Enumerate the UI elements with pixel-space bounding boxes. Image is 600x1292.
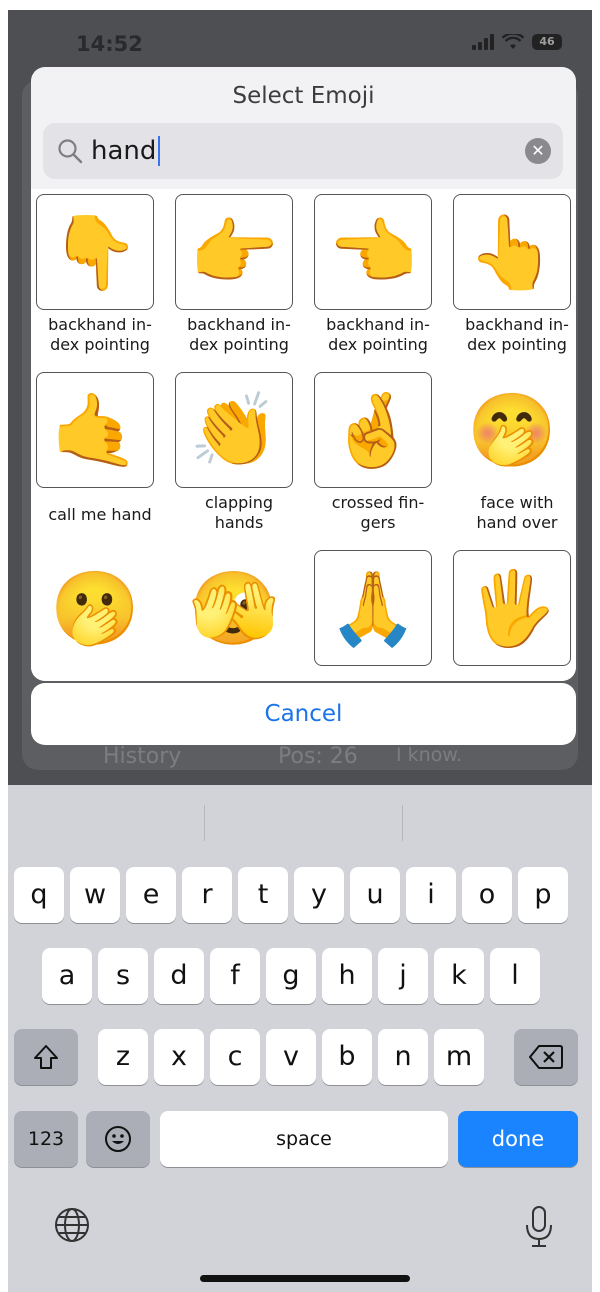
emoji-picker-dialog: Select Emoji hand ✕ 👇 backhand in- dex p… [31,67,576,681]
search-input[interactable]: hand [91,136,161,166]
key-j[interactable]: j [378,948,428,1004]
emoji-tile: 🫣 [175,550,293,666]
emoji-cell[interactable]: 🤙 call me hand [31,367,170,539]
emoji-cell[interactable]: 🤭 face with hand over [448,367,576,539]
microphone-icon[interactable] [524,1205,554,1249]
key-d[interactable]: d [154,948,204,1004]
key-i[interactable]: i [406,867,456,923]
search-icon [58,139,83,164]
emoji-label: backhand in- dex pointing [187,315,291,354]
emoji-label: face with hand over [476,493,558,532]
emoji-label: clapping hands [204,493,274,532]
key-k[interactable]: k [434,948,484,1004]
home-indicator [200,1275,410,1282]
done-key[interactable]: done [458,1111,578,1167]
space-key[interactable]: space [160,1111,448,1167]
emoji-tile: 👇 [36,194,154,310]
globe-icon[interactable] [52,1205,92,1245]
emoji-tile: 🙏 [314,550,432,666]
signal-icon [472,34,494,50]
emoji-cell[interactable]: 🫢 [31,545,170,681]
text-caret [158,136,161,166]
emoji-key[interactable] [86,1111,150,1167]
emoji-grid: 👇 backhand in- dex pointing 👉 backhand i… [31,189,576,681]
key-b[interactable]: b [322,1029,372,1085]
emoji-tile: 🤙 [36,372,154,488]
emoji-cell[interactable]: 👇 backhand in- dex pointing [31,189,170,361]
dialog-title: Select Emoji [232,83,375,109]
background-note: I know. [396,744,463,766]
key-y[interactable]: y [294,867,344,923]
key-a[interactable]: a [42,948,92,1004]
key-l[interactable]: l [490,948,540,1004]
suggestion-divider [204,805,205,841]
emoji-cell[interactable]: 🖐 [448,545,576,681]
key-g[interactable]: g [266,948,316,1004]
emoji-label: backhand in- dex pointing [48,315,152,354]
background-history-label: History [103,744,182,769]
emoji-tile: 🤞 [314,372,432,488]
cancel-button[interactable]: Cancel [31,683,576,745]
status-bar: 14:52 46 [8,10,592,70]
search-input-value: hand [91,136,157,166]
emoji-tile: 🖐 [453,550,571,666]
emoji-cell[interactable]: 👏 clapping hands [170,367,309,539]
emoji-tile: 👉 [175,194,293,310]
key-n[interactable]: n [378,1029,428,1085]
key-u[interactable]: u [350,867,400,923]
keyboard: q w e r t y u i o p a s d f g h j k l z … [8,785,592,1292]
key-c[interactable]: c [210,1029,260,1085]
key-v[interactable]: v [266,1029,316,1085]
emoji-cell[interactable]: 🫣 [170,545,309,681]
battery-icon: 46 [532,34,562,50]
emoji-tile: 👈 [314,194,432,310]
key-p[interactable]: p [518,867,568,923]
backspace-icon [529,1045,563,1069]
emoji-cell[interactable]: 🙏 [309,545,448,681]
emoji-label: call me hand [48,505,152,524]
emoji-label: crossed fin- gers [331,493,425,532]
key-h[interactable]: h [322,948,372,1004]
key-o[interactable]: o [462,867,512,923]
status-time: 14:52 [76,32,143,56]
key-z[interactable]: z [98,1029,148,1085]
emoji-tile: 🤭 [453,372,571,488]
emoji-label: backhand in- dex pointing [465,315,569,354]
key-s[interactable]: s [98,948,148,1004]
key-m[interactable]: m [434,1029,484,1085]
emoji-label: backhand in- dex pointing [326,315,430,354]
key-e[interactable]: e [126,867,176,923]
emoji-cell[interactable]: 👈 backhand in- dex pointing [309,189,448,361]
backspace-key[interactable] [514,1029,578,1085]
key-x[interactable]: x [154,1029,204,1085]
key-w[interactable]: w [70,867,120,923]
background-pos-label: Pos: 26 [278,744,358,769]
search-field[interactable]: hand ✕ [43,123,563,179]
key-q[interactable]: q [14,867,64,923]
emoji-tile: 👏 [175,372,293,488]
suggestion-divider [402,805,403,841]
shift-icon [34,1045,58,1069]
shift-key[interactable] [14,1029,78,1085]
emoji-cell[interactable]: 👉 backhand in- dex pointing [170,189,309,361]
emoji-tile: 👆 [453,194,571,310]
clear-icon[interactable]: ✕ [525,138,551,164]
emoji-cell[interactable]: 👆 backhand in- dex pointing [448,189,576,361]
numbers-key[interactable]: 123 [14,1111,78,1167]
emoji-cell[interactable]: 🤞 crossed fin- gers [309,367,448,539]
key-r[interactable]: r [182,867,232,923]
key-t[interactable]: t [238,867,288,923]
emoji-tile: 🫢 [36,550,154,666]
wifi-icon [502,34,524,49]
key-f[interactable]: f [210,948,260,1004]
emoji-icon [105,1126,131,1152]
